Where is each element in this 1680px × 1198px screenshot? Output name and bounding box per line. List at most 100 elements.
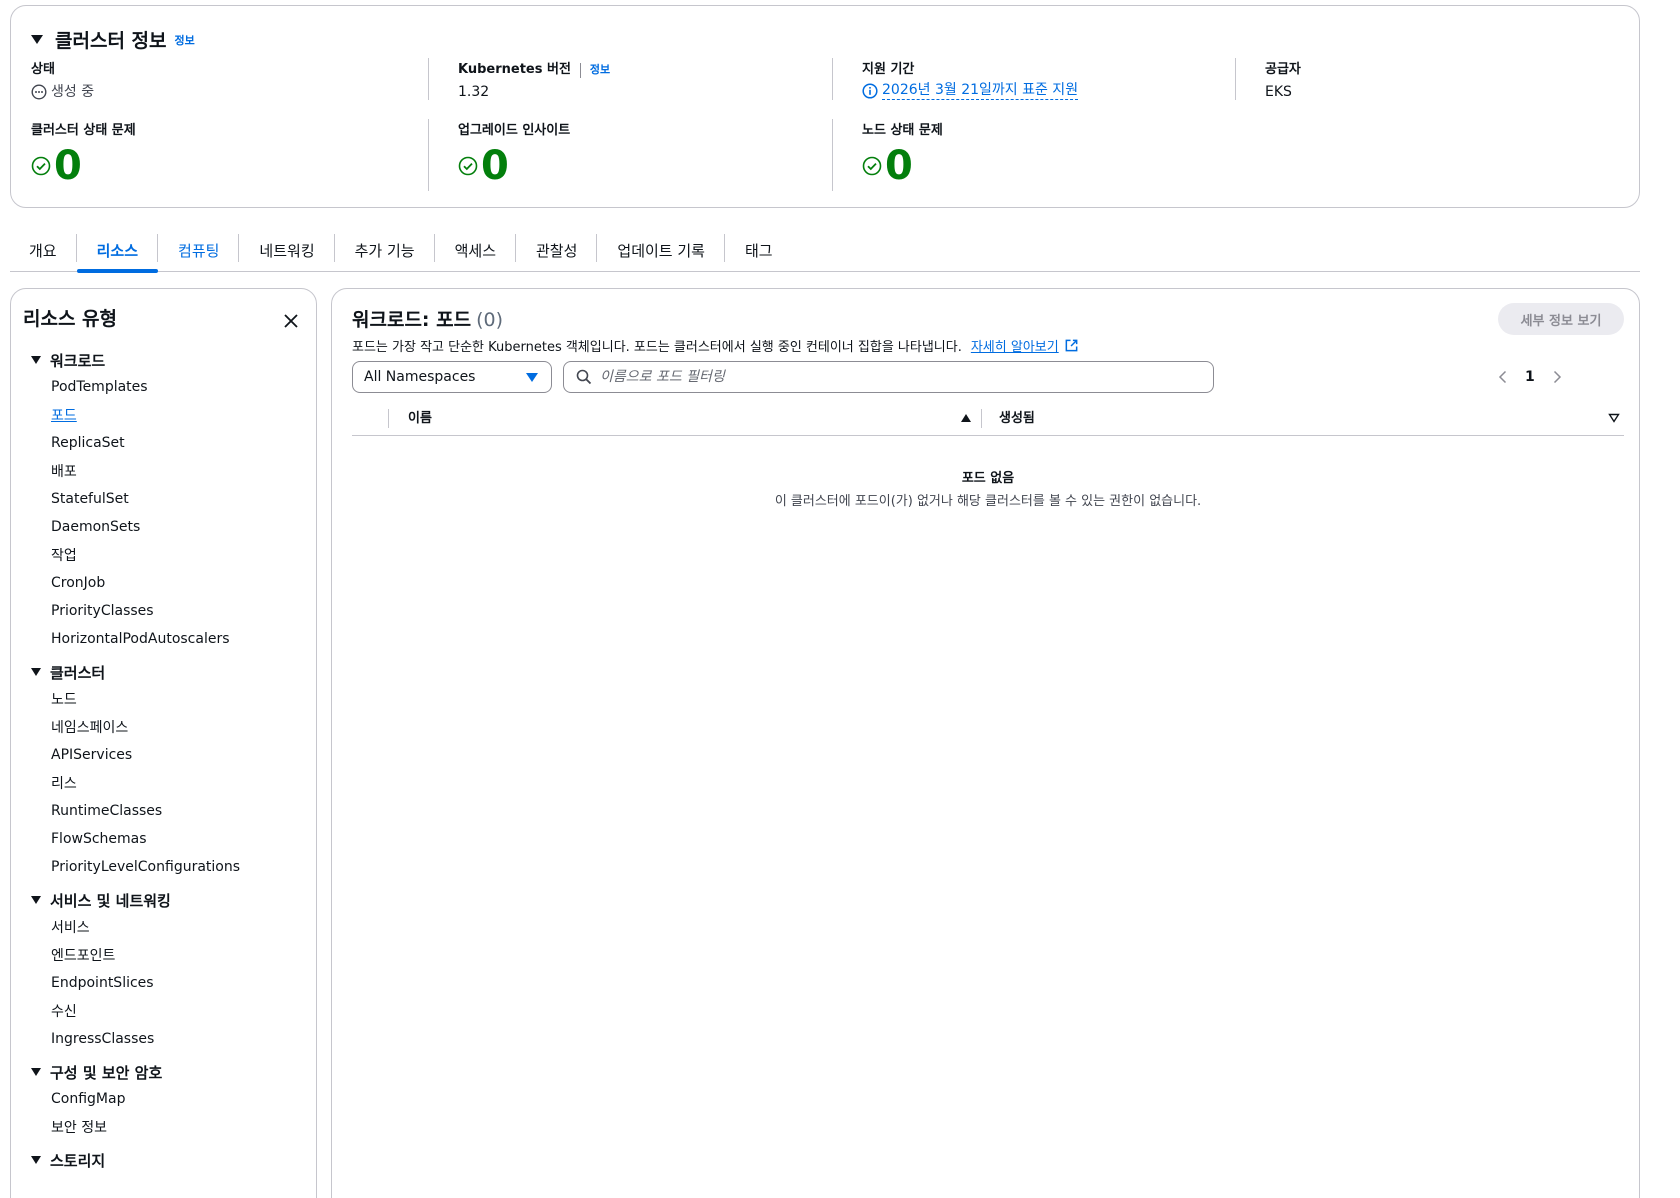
main-title-text: 워크로드: 포드	[352, 309, 472, 331]
sidebar-group: 구성 및 보안 암호 ConfigMap 보안 정보	[31, 1059, 162, 1141]
page-number[interactable]: 1	[1525, 369, 1535, 385]
pagination: 1	[1497, 369, 1563, 385]
sidebar-item[interactable]: PriorityClasses	[31, 597, 230, 625]
sidebar-item[interactable]: APIServices	[31, 741, 240, 769]
cluster-health-label: 클러스터 상태 문제	[31, 123, 136, 138]
sidebar-group-header[interactable]: 서비스 및 네트워킹	[31, 887, 171, 913]
k8s-version-value: 1.32	[458, 84, 490, 100]
tab-2[interactable]: 컴퓨팅	[158, 228, 240, 272]
sidebar-group: 워크로드 PodTemplates 포드 ReplicaSet 배포 StatefulSe…	[31, 347, 230, 653]
sidebar-item[interactable]: 수신	[31, 997, 171, 1025]
tab-8[interactable]: 태그	[725, 228, 793, 272]
k8s-version-info-link[interactable]: 정보	[590, 61, 610, 79]
info-circle-icon	[862, 82, 878, 99]
active-tab-indicator	[76, 269, 159, 273]
sidebar-group-label: 구성 및 보안 암호	[50, 1063, 163, 1082]
sidebar-item[interactable]: 네임스페이스	[31, 713, 240, 741]
sidebar-group: 스토리지	[31, 1147, 105, 1173]
tab-label: 업데이트 기록	[617, 241, 705, 260]
sidebar-item[interactable]: PriorityLevelConfigurations	[31, 853, 240, 881]
check-circle-icon	[458, 156, 478, 176]
support-period-field: 지원 기간 2026년 3월 21일까지 표준 지원	[862, 61, 1079, 100]
column-divider	[981, 409, 982, 428]
caret-down-icon	[31, 356, 41, 364]
sidebar-item[interactable]: HorizontalPodAutoscalers	[31, 625, 230, 653]
sidebar-item[interactable]: 작업	[31, 541, 230, 569]
view-details-button[interactable]: 세부 정보 보기	[1498, 303, 1624, 335]
sidebar-item[interactable]: RuntimeClasses	[31, 797, 240, 825]
sidebar-group-header[interactable]: 클러스터	[31, 659, 240, 685]
node-health-count[interactable]: 0	[885, 142, 913, 190]
divider	[832, 58, 833, 100]
sidebar-item[interactable]: EndpointSlices	[31, 969, 171, 997]
cluster-info-panel: 클러스터 정보 정보 상태 생성 중 Kubernetes 버전 정보 1.32…	[10, 5, 1640, 208]
upgrade-insights-field: 업그레이드 인사이트 0	[458, 122, 570, 190]
support-period-link[interactable]: 2026년 3월 21일까지 표준 지원	[882, 81, 1079, 100]
sidebar-item[interactable]: 노드	[31, 685, 240, 713]
divider	[428, 119, 429, 191]
sidebar-item[interactable]: StatefulSet	[31, 485, 230, 513]
sidebar-title: 리소스 유형	[23, 308, 118, 330]
column-created-header[interactable]: 생성됨	[999, 409, 1035, 428]
learn-more-link[interactable]: 자세히 알아보기	[971, 336, 1079, 355]
divider	[579, 62, 581, 78]
sidebar-group-header[interactable]: 스토리지	[31, 1147, 105, 1173]
caret-down-icon	[526, 373, 538, 382]
divider	[428, 58, 429, 100]
status-label: 상태	[31, 62, 55, 77]
cluster-health-count[interactable]: 0	[54, 142, 82, 190]
sidebar-item[interactable]: FlowSchemas	[31, 825, 240, 853]
sidebar-group-label: 스토리지	[50, 1151, 106, 1170]
chevron-right-icon[interactable]	[1551, 370, 1563, 384]
sidebar-item[interactable]: CronJob	[31, 569, 230, 597]
cluster-info-title: 클러스터 정보	[55, 30, 167, 52]
divider	[1235, 58, 1236, 100]
sidebar-item[interactable]: IngressClasses	[31, 1025, 171, 1053]
sidebar-item[interactable]: 포드	[31, 401, 230, 429]
tab-1[interactable]: 리소스	[76, 228, 159, 273]
chevron-left-icon[interactable]	[1497, 370, 1509, 384]
sidebar-group-header[interactable]: 구성 및 보안 암호	[31, 1059, 162, 1085]
status-field: 상태 생성 중	[31, 61, 94, 103]
sidebar-item[interactable]: 배포	[31, 457, 230, 485]
sidebar-item[interactable]: ReplicaSet	[31, 429, 230, 457]
column-name-header[interactable]: 이름	[408, 409, 432, 428]
sort-ascending-icon[interactable]	[961, 414, 971, 422]
sidebar-item[interactable]: 리스	[31, 769, 240, 797]
cluster-info-header[interactable]: 클러스터 정보 정보	[31, 26, 195, 53]
table-header: 이름 생성됨	[352, 401, 1624, 436]
caret-down-icon	[31, 668, 41, 676]
sidebar-item[interactable]: ConfigMap	[31, 1085, 162, 1113]
close-icon[interactable]	[281, 311, 301, 331]
node-health-field: 노드 상태 문제 0	[862, 122, 943, 190]
collapse-caret-icon[interactable]	[31, 35, 43, 44]
pods-count: (0)	[476, 309, 504, 331]
tab-4[interactable]: 추가 기능	[335, 228, 435, 272]
search-input[interactable]	[600, 369, 1180, 385]
pods-container: 워크로드: 포드 (0) 세부 정보 보기 포드는 가장 작고 단순한 Kuber…	[331, 288, 1640, 1198]
tab-6[interactable]: 관찰성	[516, 228, 598, 272]
empty-state-text: 이 클러스터에 포드이(가) 없거나 해당 클러스터를 볼 수 있는 권한이 없…	[774, 494, 1202, 509]
tab-3[interactable]: 네트워킹	[239, 228, 335, 272]
pod-filter-search	[563, 361, 1214, 393]
tab-5[interactable]: 액세스	[435, 228, 516, 272]
sidebar-item[interactable]: 엔드포인트	[31, 941, 171, 969]
sidebar-group: 클러스터노드 네임스페이스 APIServices 리스 RuntimeClasses F…	[31, 659, 240, 881]
sort-descending-icon[interactable]	[1608, 413, 1620, 423]
tab-7[interactable]: 업데이트 기록	[597, 228, 725, 272]
sidebar-item[interactable]: 서비스	[31, 913, 171, 941]
cluster-info-link[interactable]: 정보	[175, 32, 195, 48]
tab-0[interactable]: 개요	[10, 228, 77, 272]
sidebar-group-label: 클러스터	[50, 663, 106, 682]
upgrade-insights-label: 업그레이드 인사이트	[458, 123, 571, 138]
caret-down-icon	[31, 896, 41, 904]
sidebar-item[interactable]: PodTemplates	[31, 373, 230, 401]
main-title: 워크로드: 포드 (0)	[352, 305, 503, 332]
upgrade-insights-count[interactable]: 0	[481, 142, 509, 190]
sidebar-group: 서비스 및 네트워킹 서비스 엔드포인트 EndpointSlices 수신 Ingres…	[31, 887, 171, 1053]
column-divider	[388, 409, 389, 428]
sidebar-item[interactable]: DaemonSets	[31, 513, 230, 541]
sidebar-group-header[interactable]: 워크로드	[31, 347, 230, 373]
sidebar-item[interactable]: 보안 정보	[31, 1113, 162, 1141]
namespace-select[interactable]: All Namespaces	[352, 361, 552, 393]
